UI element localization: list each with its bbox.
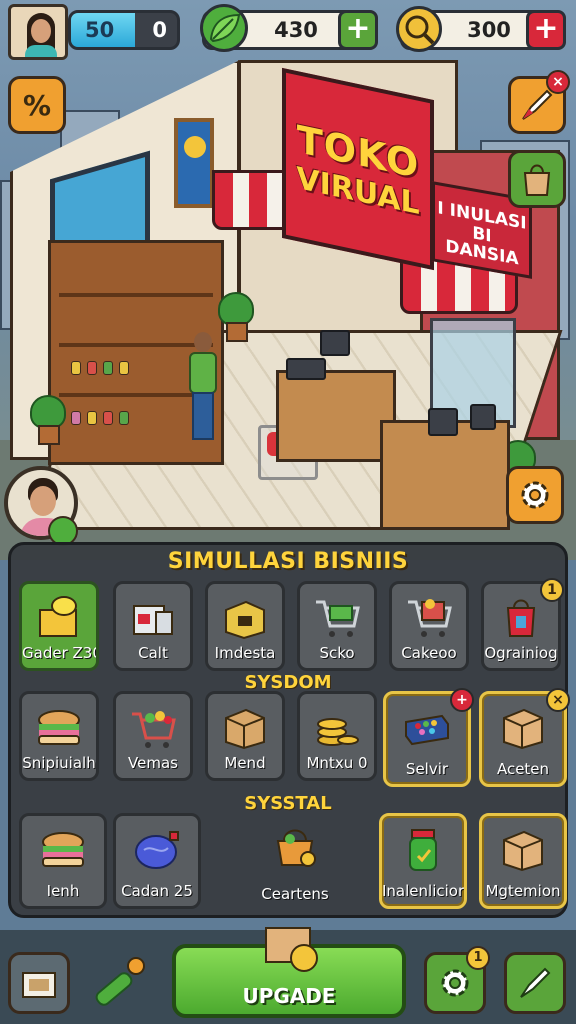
- close-badge-icon[interactable]: ×: [546, 70, 570, 94]
- item-tile-calt[interactable]: Calt: [113, 581, 193, 671]
- item-tile-label: Ograiniog: [484, 644, 558, 662]
- bag-icon: [523, 164, 551, 196]
- item-tile-imdesta[interactable]: Imdesta: [205, 581, 285, 671]
- basket-icon: [267, 821, 323, 871]
- share-button[interactable]: [504, 952, 566, 1014]
- item-tile-snipiuialh[interactable]: Snipiuialh: [19, 691, 99, 781]
- item-tile-ograiniog[interactable]: Ograiniog 1: [481, 578, 564, 671]
- tile-badge: +: [450, 688, 474, 712]
- coin-stack-icon: [309, 702, 365, 752]
- sandwich-icon: [31, 702, 87, 752]
- item-tile-label: Snipiuialh: [22, 754, 96, 772]
- item-tile-label: Aceten: [496, 760, 550, 778]
- green-tool-icon: [95, 957, 145, 1006]
- grocery-cart-icon: [401, 592, 457, 642]
- level-value: 50: [85, 18, 115, 42]
- item-tile-cakeoo[interactable]: Cakeoo: [389, 581, 469, 671]
- item-tile-label: Cadan 25: [121, 882, 193, 900]
- cart-icon: [309, 592, 365, 642]
- item-tile-label: Inalenlicior: [382, 882, 464, 900]
- wall-poster: [174, 118, 214, 208]
- paper-plane-icon: [520, 967, 551, 998]
- checkout-counter[interactable]: [276, 370, 396, 462]
- cardboard-box-icon: [217, 702, 273, 752]
- item-tile-mntxu-0[interactable]: Mntxu 0: [297, 691, 377, 781]
- item-tile-mgtemion[interactable]: Mgtemion: [479, 813, 567, 909]
- toko-store-sign: TOKO VIRUAL: [282, 67, 434, 271]
- player-avatar[interactable]: [8, 4, 68, 60]
- candy-tray-icon: [399, 702, 455, 752]
- green-jar-icon: [395, 824, 451, 874]
- item-tile-ceartens[interactable]: Ceartens: [251, 813, 339, 909]
- item-tile-label: Mgtemion: [485, 882, 561, 900]
- gear-icon: [441, 969, 469, 997]
- discount-button[interactable]: %: [8, 76, 66, 134]
- store-scene[interactable]: TOKO VIRUAL I INULASI BI DANSIA: [0, 0, 576, 560]
- item-tile-label: Calt: [138, 644, 168, 662]
- leaf-icon: [200, 4, 248, 52]
- package-icon: [495, 702, 551, 752]
- item-tile-mend[interactable]: Mend: [205, 691, 285, 781]
- item-tile-label: Selvir: [405, 760, 449, 778]
- inventory-box-button[interactable]: [8, 952, 70, 1014]
- lemon-box-icon: [31, 592, 87, 642]
- checkout-counter[interactable]: [380, 420, 510, 530]
- cash-register: [428, 408, 458, 436]
- cash-register: [320, 330, 350, 356]
- upgrade-button[interactable]: UPGADE: [172, 927, 406, 1018]
- sandwich-icon: [35, 824, 91, 874]
- coin-currency-value: 300: [467, 18, 511, 42]
- tool-item-button[interactable]: [88, 952, 152, 1014]
- potted-plant: [30, 395, 66, 445]
- item-tile-gader-z30o[interactable]: Gader Z30o: [19, 581, 99, 671]
- crate-icon: [22, 972, 56, 998]
- item-tile-selvir[interactable]: Selvir +: [383, 688, 474, 787]
- upgrade-label: UPGADE: [242, 984, 336, 1008]
- settings-notification-badge: 1: [466, 946, 490, 970]
- item-tile-label: Ceartens: [261, 885, 329, 903]
- shopping-bag-button[interactable]: [508, 150, 566, 208]
- tile-badge: 1: [540, 578, 564, 602]
- tile-badge: ×: [546, 688, 570, 712]
- item-tile-scko[interactable]: Scko: [297, 581, 377, 671]
- add-leaf-button[interactable]: +: [338, 10, 378, 50]
- item-tile-vemas[interactable]: Vemas: [113, 691, 193, 781]
- blue-pouch-icon: [129, 824, 185, 874]
- settings-gear-button[interactable]: [506, 466, 564, 524]
- cash-register: [286, 358, 326, 380]
- section-label-sysstal: SYSSTAL: [244, 793, 332, 814]
- leaf-currency-value: 430: [274, 18, 318, 42]
- item-tile-label: Mend: [224, 754, 266, 772]
- add-coin-button[interactable]: +: [526, 10, 566, 50]
- business-simulation-panel: SIMULLASI BISNIIS SYSDOM SYSSTAL Gader Z…: [8, 542, 570, 918]
- item-tile-label: Gader Z30o: [22, 644, 96, 662]
- item-tile-label: Mntxu 0: [306, 754, 368, 772]
- produce-cart-icon: [125, 702, 181, 752]
- level-extra-value: 0: [152, 18, 167, 42]
- shopkeeper-character[interactable]: [186, 332, 220, 442]
- section-label-sysdom: SYSDOM: [244, 672, 332, 693]
- boxes-icon: [125, 592, 181, 642]
- gold-crate-icon: [217, 592, 273, 642]
- coin-search-icon: [396, 6, 442, 52]
- item-tile-label: Vemas: [128, 754, 178, 772]
- item-tile-label: Scko: [319, 644, 355, 662]
- item-tile-aceten[interactable]: Aceten ×: [479, 688, 570, 787]
- item-tile-label: Ienh: [46, 882, 80, 900]
- coin-box-icon: [265, 927, 318, 972]
- item-tile-inalenlicior[interactable]: Inalenlicior: [379, 813, 467, 909]
- potted-plant: [218, 292, 254, 342]
- item-tile-ienh[interactable]: Ienh: [19, 813, 107, 909]
- item-tile-cadan-25[interactable]: Cadan 25: [113, 813, 201, 909]
- gear-icon: [521, 481, 549, 509]
- level-bar: 50 0: [68, 10, 180, 50]
- item-tile-label: Imdesta: [214, 644, 276, 662]
- shopping-bag-icon: [493, 592, 549, 642]
- panel-title: SIMULLASI BISNIIS: [167, 549, 409, 574]
- discount-icon: %: [22, 88, 52, 122]
- cash-register: [470, 404, 496, 430]
- package-icon: [495, 824, 551, 874]
- item-tile-label: Cakeoo: [401, 644, 457, 662]
